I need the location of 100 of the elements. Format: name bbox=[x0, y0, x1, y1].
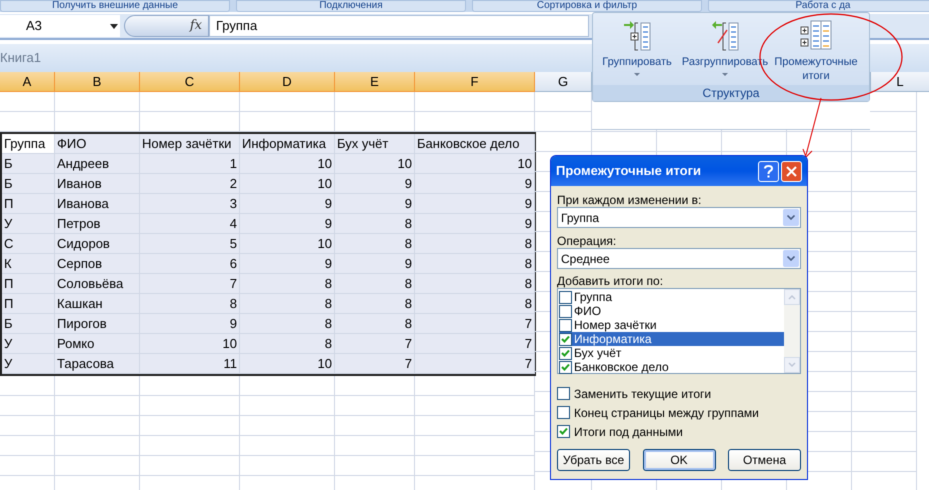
empty-cell bbox=[852, 232, 917, 252]
dialog-button[interactable]: Убрать все bbox=[557, 449, 630, 471]
list-item[interactable]: Информатика bbox=[559, 332, 784, 346]
dropdown-button[interactable] bbox=[783, 209, 799, 226]
table-cell: 6 bbox=[140, 254, 240, 274]
table-cell: Номер зачётки bbox=[140, 134, 240, 154]
table-cell: 9 bbox=[415, 174, 535, 194]
help-button[interactable] bbox=[758, 160, 779, 182]
checkbox[interactable] bbox=[559, 332, 572, 346]
checkbox[interactable] bbox=[559, 346, 572, 360]
table-cell: 10 bbox=[415, 154, 535, 174]
table-cell: 9 bbox=[415, 194, 535, 214]
ribbon-group-label: Получить внешние данные bbox=[0, 0, 230, 12]
empty-cell bbox=[852, 352, 917, 372]
table-cell: Андреев bbox=[55, 154, 140, 174]
empty-cell bbox=[0, 436, 55, 456]
table-cell: 9 bbox=[240, 194, 335, 214]
insert-function-button[interactable]: fx bbox=[190, 16, 202, 36]
table-cell: Сидоров bbox=[55, 234, 140, 254]
list-item[interactable]: Группа bbox=[559, 290, 784, 304]
dialog-button[interactable]: Отмена bbox=[728, 449, 801, 471]
checkbox[interactable] bbox=[559, 304, 572, 318]
empty-cell bbox=[852, 372, 917, 392]
table-cell: 9 bbox=[415, 214, 535, 234]
table-cell: 4 bbox=[140, 214, 240, 234]
formula-input[interactable]: Группа bbox=[209, 15, 589, 37]
column-header[interactable]: F bbox=[415, 72, 535, 92]
checkbox[interactable] bbox=[559, 290, 572, 304]
table-cell: 7 bbox=[335, 334, 415, 354]
field-label: Операция: bbox=[557, 233, 618, 248]
table-cell: 10 bbox=[240, 234, 335, 254]
change-field-dropdown[interactable]: Группа bbox=[557, 207, 801, 228]
table-cell: 7 bbox=[415, 334, 535, 354]
table-cell: Тарасова bbox=[55, 354, 140, 374]
checkbox[interactable] bbox=[559, 360, 572, 374]
checkbox[interactable] bbox=[557, 387, 570, 400]
column-header[interactable]: G bbox=[535, 72, 592, 92]
table-cell: 9 bbox=[140, 314, 240, 334]
checkbox[interactable] bbox=[557, 406, 570, 419]
dialog-button[interactable]: OK bbox=[642, 449, 716, 471]
table-cell: Соловьёва bbox=[55, 274, 140, 294]
ungroup-rows-icon bbox=[710, 19, 740, 51]
empty-cell bbox=[852, 252, 917, 272]
ribbon-group-label: Подключения bbox=[236, 0, 466, 12]
chevron-down-icon bbox=[787, 256, 795, 261]
table-cell: 8 bbox=[140, 294, 240, 314]
column-header[interactable]: D bbox=[240, 72, 335, 92]
table-cell: 8 bbox=[335, 214, 415, 234]
table-cell: У bbox=[2, 214, 55, 234]
list-item[interactable]: Бух учёт bbox=[559, 346, 784, 360]
column-header[interactable]: E bbox=[335, 72, 415, 92]
table-cell: Пирогов bbox=[55, 314, 140, 334]
dropdown-button[interactable] bbox=[783, 250, 799, 267]
name-box[interactable]: A3 bbox=[0, 15, 120, 37]
table-cell: Группа bbox=[2, 134, 55, 154]
empty-cell bbox=[852, 152, 917, 172]
column-header[interactable]: C bbox=[140, 72, 240, 92]
empty-cell bbox=[0, 416, 55, 436]
table-cell: 10 bbox=[335, 154, 415, 174]
operation-dropdown[interactable]: Среднее bbox=[557, 248, 801, 269]
column-header[interactable]: A bbox=[0, 72, 55, 92]
table-cell: 11 bbox=[140, 354, 240, 374]
empty-cell bbox=[592, 132, 657, 152]
list-item[interactable]: Номер зачётки bbox=[559, 318, 784, 332]
ribbon-button[interactable]: Группировать bbox=[593, 19, 681, 76]
close-button[interactable] bbox=[781, 160, 802, 182]
checkbox[interactable] bbox=[559, 318, 572, 332]
table-cell: 8 bbox=[335, 294, 415, 314]
table-cell: Банковское дело bbox=[415, 134, 535, 154]
empty-cell bbox=[852, 412, 917, 432]
close-icon bbox=[786, 166, 797, 176]
empty-cell bbox=[852, 272, 917, 292]
table-cell: 5 bbox=[140, 234, 240, 254]
ribbon-group-label: Работа с да bbox=[708, 0, 929, 12]
option-label: Заменить текущие итоги bbox=[574, 386, 712, 402]
table-cell: 8 bbox=[240, 334, 335, 354]
table-cell: 9 bbox=[240, 254, 335, 274]
table-cell: 9 bbox=[240, 214, 335, 234]
table-cell: Кашкан bbox=[55, 294, 140, 314]
workbook-title: Книга1 bbox=[0, 49, 41, 68]
table-cell: 10 bbox=[240, 154, 335, 174]
empty-cell bbox=[787, 132, 852, 152]
table-cell: 8 bbox=[415, 294, 535, 314]
table-cell: 8 bbox=[240, 314, 335, 334]
list-item[interactable]: Банковское дело bbox=[559, 360, 784, 374]
field-label: Добавить итоги по: bbox=[557, 273, 664, 288]
empty-cell bbox=[852, 192, 917, 212]
empty-cell bbox=[852, 172, 917, 192]
column-header[interactable]: B bbox=[55, 72, 140, 92]
empty-cell bbox=[852, 212, 917, 232]
list-item[interactable]: ФИО bbox=[559, 304, 784, 318]
checkbox[interactable] bbox=[557, 425, 570, 438]
table-cell: 7 bbox=[335, 354, 415, 374]
table-cell: С bbox=[2, 234, 55, 254]
column-header[interactable]: L bbox=[870, 72, 929, 92]
table-cell: Б bbox=[2, 154, 55, 174]
table-cell: 7 bbox=[415, 314, 535, 334]
empty-cell bbox=[0, 376, 55, 396]
empty-cell bbox=[852, 132, 917, 152]
table-cell: 8 bbox=[335, 274, 415, 294]
